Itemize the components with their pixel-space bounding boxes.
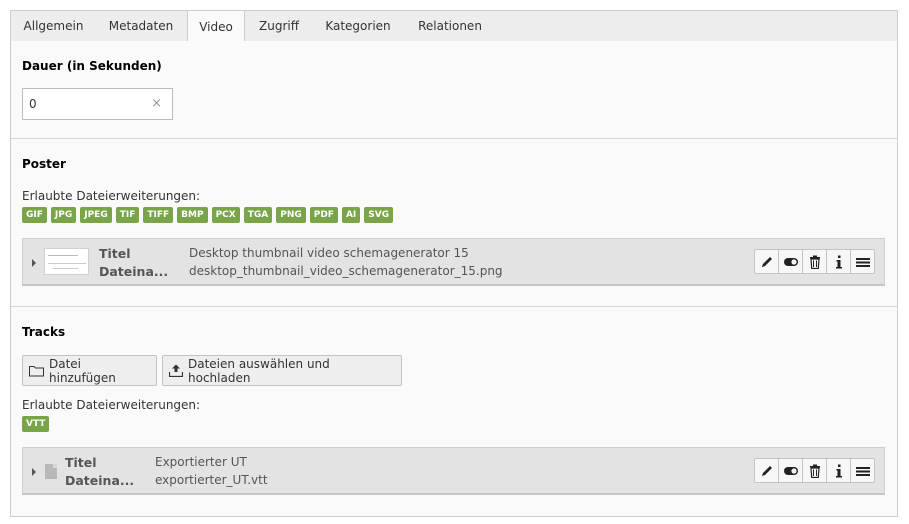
extension-badge: TGA (243, 207, 273, 223)
extension-badge: PNG (276, 207, 306, 223)
tab-allgemein[interactable]: Allgemein (11, 11, 96, 42)
clear-icon[interactable]: × (151, 96, 162, 111)
info-icon (835, 464, 842, 477)
info-button[interactable] (826, 249, 851, 274)
menu-icon (855, 257, 870, 267)
title-value: Exportierter UT (155, 455, 247, 469)
divider (11, 306, 897, 307)
poster-heading: Poster (22, 157, 66, 171)
add-file-label: Datei hinzufügen (49, 356, 116, 385)
row-actions (754, 458, 875, 483)
tab-bar: Allgemein Metadaten Video Zugriff Katego… (10, 10, 898, 43)
filename-value: exportierter_UT.vtt (155, 473, 268, 487)
thumbnail-image (44, 248, 89, 275)
delete-button[interactable] (802, 458, 827, 483)
title-label: Titel (99, 246, 131, 261)
tab-metadaten[interactable]: Metadaten (96, 11, 186, 42)
poster-file-row[interactable]: Titel Dateina... Desktop thumbnail video… (22, 238, 885, 286)
extension-badge: AI (341, 207, 361, 223)
extension-badge: SVG (364, 207, 394, 223)
trash-icon (809, 255, 820, 269)
tracks-heading: Tracks (22, 325, 66, 339)
info-icon (835, 255, 842, 268)
extension-badge: GIF (22, 207, 47, 223)
toggle-visibility-button[interactable] (778, 458, 803, 483)
tracks-extension-badges: VTT (22, 416, 50, 432)
file-icon (45, 464, 57, 479)
extension-badge: BMP (177, 207, 208, 223)
edit-icon (761, 465, 772, 476)
drag-handle-button[interactable] (850, 249, 875, 274)
filename-label: Dateina... (65, 473, 135, 488)
folder-icon (29, 365, 44, 376)
extension-badge: PCX (211, 207, 240, 223)
upload-files-button[interactable]: Dateien auswählen und hochladen (162, 355, 402, 386)
menu-icon (855, 466, 870, 476)
poster-extension-badges: GIF JPG JPEG TIF TIFF BMP PCX TGA PNG PD… (22, 207, 394, 223)
expand-caret-icon[interactable] (32, 259, 36, 267)
add-file-button[interactable]: Datei hinzufügen (22, 355, 157, 386)
tab-video[interactable]: Video (187, 10, 245, 43)
toggle-icon (783, 466, 798, 475)
tracks-allowed-extensions-label: Erlaubte Dateierweiterungen: (22, 398, 201, 412)
drag-handle-button[interactable] (850, 458, 875, 483)
edit-button[interactable] (754, 249, 779, 274)
track-file-row[interactable]: Titel Dateina... Exportierter UT exporti… (22, 447, 885, 495)
edit-icon (761, 256, 772, 267)
title-value: Desktop thumbnail video schemagenerator … (189, 246, 469, 260)
toggle-icon (783, 257, 798, 266)
tab-relationen[interactable]: Relationen (403, 11, 497, 42)
upload-files-label: Dateien auswählen und hochladen (188, 356, 330, 385)
trash-icon (809, 464, 820, 478)
edit-button[interactable] (754, 458, 779, 483)
tab-kategorien[interactable]: Kategorien (313, 11, 403, 42)
extension-badge: JPEG (80, 207, 112, 223)
poster-allowed-extensions-label: Erlaubte Dateierweiterungen: (22, 189, 201, 203)
expand-caret-icon[interactable] (32, 468, 36, 476)
filename-label: Dateina... (99, 264, 169, 279)
extension-badge: TIFF (143, 207, 174, 223)
extension-badge: TIF (115, 207, 140, 223)
extension-badge: VTT (22, 416, 50, 432)
duration-input[interactable] (29, 97, 139, 111)
extension-badge: JPG (50, 207, 77, 223)
info-button[interactable] (826, 458, 851, 483)
upload-icon (169, 364, 183, 377)
extension-badge: PDF (309, 207, 338, 223)
title-label: Titel (65, 455, 97, 470)
duration-field-wrap: × (22, 88, 173, 120)
tab-zugriff[interactable]: Zugriff (246, 11, 312, 42)
duration-label: Dauer (in Sekunden) (22, 59, 162, 73)
filename-value: desktop_thumbnail_video_schemagenerator_… (189, 264, 503, 278)
toggle-visibility-button[interactable] (778, 249, 803, 274)
row-actions (754, 249, 875, 274)
video-tab-panel: Dauer (in Sekunden) × Poster Erlaubte Da… (10, 41, 898, 517)
divider (11, 138, 897, 139)
delete-button[interactable] (802, 249, 827, 274)
